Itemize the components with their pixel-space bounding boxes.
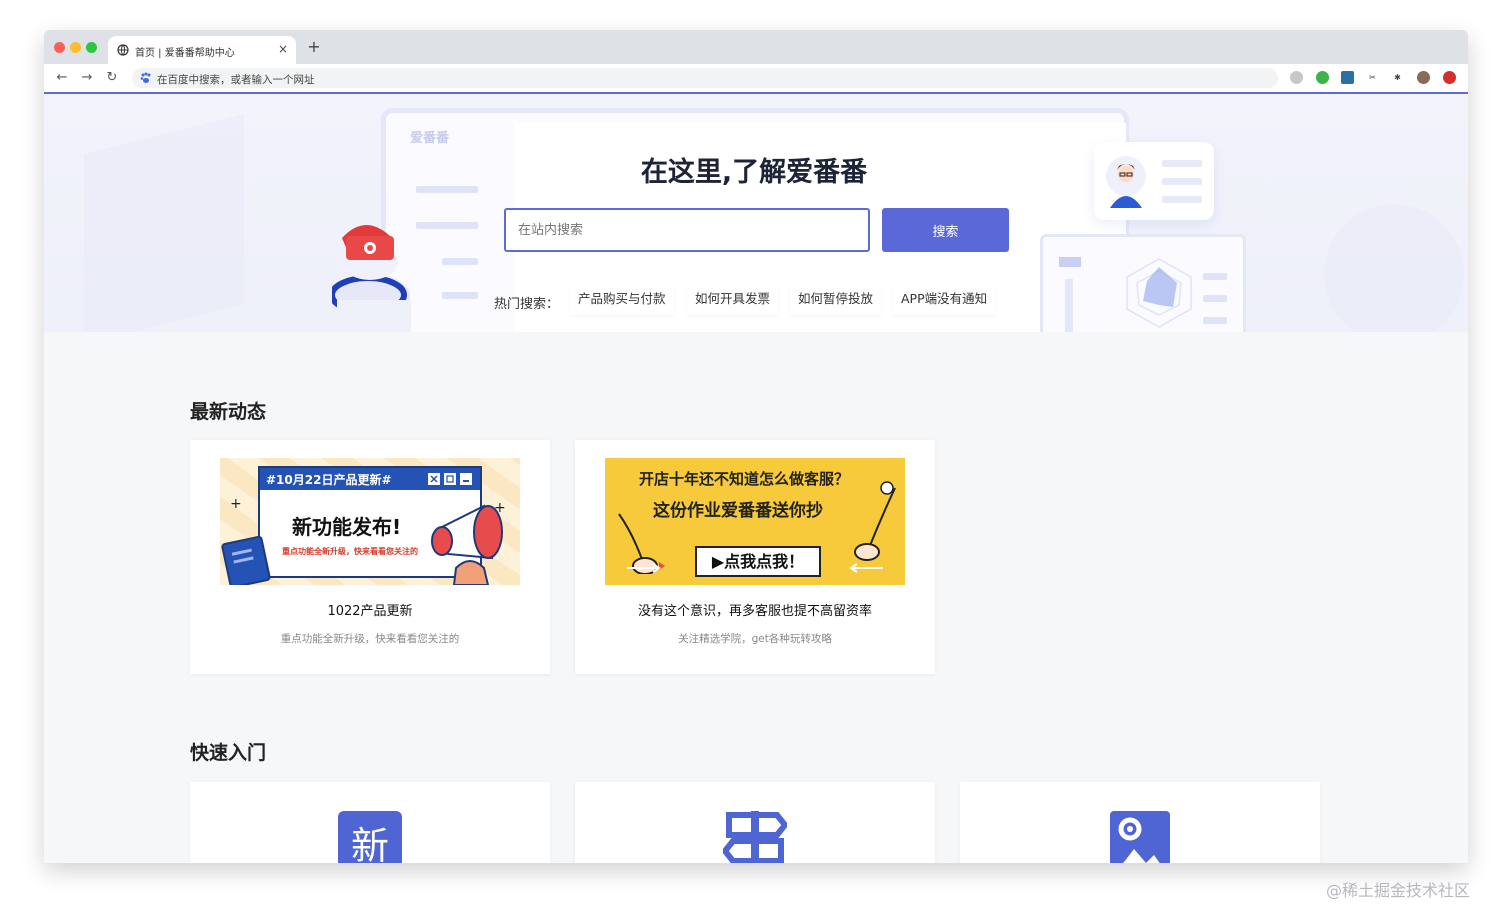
window-controls-icon — [428, 473, 472, 485]
browser-toolbar: ← → ↻ 在百度中搜索，或者输入一个网址 ✂ ✱ — [44, 64, 1468, 94]
image-gallery-icon — [1110, 811, 1170, 863]
hot-search-label: 热门搜索： — [494, 297, 560, 312]
maximize-window-button[interactable] — [86, 42, 97, 53]
tab-title: 首页 | 爱番番帮助中心 — [135, 48, 235, 59]
new-tab-button[interactable]: + — [306, 39, 322, 55]
banner-line-1: 开店十年还不知道怎么做客服？ — [639, 470, 850, 488]
reload-button[interactable]: ↻ — [104, 70, 120, 86]
avatar-card-illustration — [1094, 142, 1214, 220]
banner-main-text: 新功能发布! — [292, 515, 402, 539]
megaphone-icon — [431, 504, 503, 585]
radar-shape-icon — [1126, 258, 1192, 328]
address-bar[interactable]: 在百度中搜索，或者输入一个网址 — [132, 68, 1278, 88]
arrow-left-icon — [849, 563, 883, 573]
quick-start-title: 快速入门 — [190, 742, 267, 764]
news-card[interactable]: + + #10月22日产品更新# 新功能发布! 重点功能全新升级，快来看看您关注… — [190, 440, 550, 674]
latest-news-title: 最新动态 — [190, 401, 267, 423]
customer-service-banner[interactable]: 开店十年还不知道怎么做客服？ 这份作业爱番番送你抄 ▶点我点我！ — [605, 458, 905, 585]
hot-search-tag[interactable]: 产品购买与付款 — [570, 283, 674, 315]
check-extension-icon[interactable] — [1316, 71, 1329, 84]
watermark-text: @稀土掘金技术社区 — [1326, 881, 1471, 900]
telephone-illustration — [332, 225, 411, 332]
banner-sub-text: 重点功能全新升级，快来看看您关注的 — [282, 547, 418, 556]
banner-bar-text: #10月22日产品更新# — [266, 473, 392, 487]
hero-title: 在这里,了解爱番番 — [640, 157, 868, 188]
site-search-input[interactable] — [504, 208, 870, 252]
news-card-subtitle: 重点功能全新升级，快来看看您关注的 — [280, 633, 460, 645]
banner-click-button[interactable]: ▶点我点我！ — [695, 546, 821, 577]
avatar-icon — [1106, 156, 1146, 208]
news-card-title[interactable]: 1022产品更新 — [190, 600, 550, 619]
decorative-block — [1324, 204, 1464, 332]
active-tab[interactable]: 首页 | 爱番番帮助中心 × — [108, 36, 296, 64]
news-card-subtitle: 关注精选学院，get各种玩转攻略 — [678, 633, 832, 645]
aifanfan-logo: 爱番番 — [410, 131, 450, 146]
plus-icon: + — [230, 496, 242, 512]
baidu-paw-icon — [140, 72, 151, 83]
m-extension-icon[interactable] — [1341, 71, 1354, 84]
tab-close-button[interactable]: × — [276, 42, 290, 56]
news-card[interactable]: 开店十年还不知道怎么做客服？ 这份作业爱番番送你抄 ▶点我点我！ 没有这个意识， — [575, 440, 935, 674]
notebook-icon — [221, 536, 271, 585]
tab-strip: 首页 | 爱番番帮助中心 × + — [44, 30, 1468, 64]
signpost-icon — [723, 811, 787, 863]
extension-icon[interactable] — [1290, 71, 1303, 84]
search-button[interactable]: 搜索 — [882, 208, 1009, 252]
decorative-block — [84, 114, 244, 332]
minimize-window-button[interactable] — [70, 42, 81, 53]
puzzle-extension-icon[interactable]: ✱ — [1391, 71, 1404, 84]
hot-search-tag[interactable]: 如何暂停投放 — [790, 283, 882, 315]
radar-chart-illustration — [1040, 234, 1246, 332]
quick-start-card-gallery[interactable] — [960, 782, 1320, 863]
hand-pointing-icon — [854, 481, 896, 561]
globe-icon — [117, 44, 129, 56]
browser-window: 首页 | 爱番番帮助中心 × + ← → ↻ 在百度中搜索，或者输入一个网址 ✂… — [44, 30, 1468, 863]
profile-avatar-icon[interactable] — [1417, 71, 1430, 84]
close-window-button[interactable] — [54, 42, 65, 53]
product-update-banner[interactable]: + + #10月22日产品更新# 新功能发布! 重点功能全新升级，快来看看您关注… — [220, 458, 520, 585]
forward-button[interactable]: → — [79, 70, 95, 86]
scissors-extension-icon[interactable]: ✂ — [1366, 71, 1379, 84]
svg-text:新: 新 — [351, 824, 389, 863]
update-menu-icon[interactable] — [1443, 71, 1456, 84]
hot-search-tag[interactable]: 如何开具发票 — [687, 283, 779, 315]
page-content: 爱番番 在这里,了解爱番番 搜索 热门搜索： 产品购买与付款 如何开具发票 如何 — [44, 94, 1468, 863]
quick-start-card-guide[interactable] — [575, 782, 935, 863]
arrow-right-icon — [627, 563, 661, 573]
back-button[interactable]: ← — [54, 70, 70, 86]
new-badge-icon: 新 — [338, 811, 402, 863]
address-bar-placeholder: 在百度中搜索，或者输入一个网址 — [157, 74, 315, 86]
hot-search-tag[interactable]: APP端没有通知 — [893, 283, 996, 315]
quick-start-card-new[interactable]: 新 — [190, 782, 550, 863]
news-card-title[interactable]: 没有这个意识，再多客服也提不高留资率 — [575, 600, 935, 619]
hero-banner: 爱番番 在这里,了解爱番番 搜索 热门搜索： 产品购买与付款 如何开具发票 如何 — [44, 94, 1468, 332]
